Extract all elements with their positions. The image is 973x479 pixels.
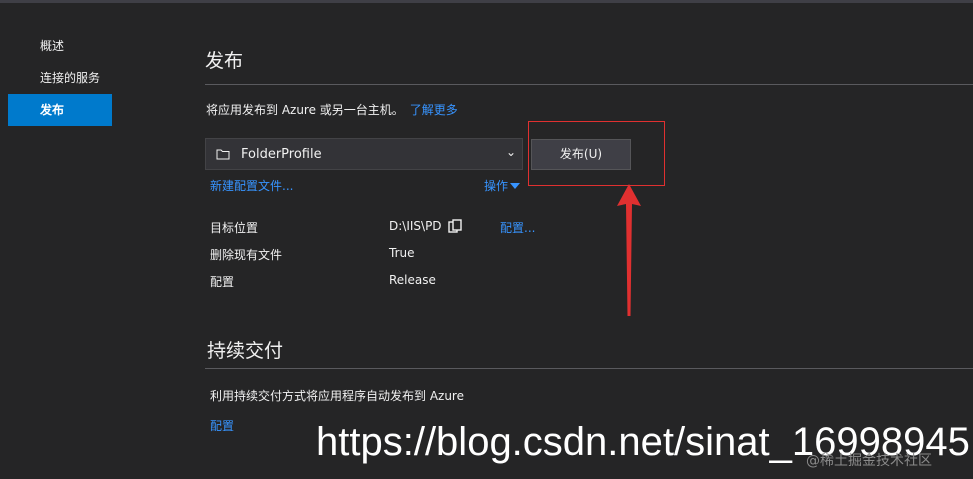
watermark-site: @稀土掘金技术社区 xyxy=(806,453,932,469)
configuration-label: 配置 xyxy=(210,275,235,289)
publish-description-text: 将应用发布到 Azure 或另一台主机。 xyxy=(206,103,404,117)
nav-item-publish[interactable]: 发布 xyxy=(8,94,112,126)
nav-item-label: 概述 xyxy=(40,39,65,53)
nav-item-connected-services[interactable]: 连接的服务 xyxy=(8,62,112,94)
chevron-down-icon: ⌄ xyxy=(505,145,516,159)
publish-heading: 发布 xyxy=(205,50,244,72)
section-divider xyxy=(205,84,973,85)
learn-more-link[interactable]: 了解更多 xyxy=(410,103,458,117)
cd-configure-link[interactable]: 配置 xyxy=(210,417,234,434)
actions-label: 操作 xyxy=(484,179,509,193)
delete-existing-files-label: 删除现有文件 xyxy=(210,248,283,262)
window-top-border xyxy=(0,0,973,3)
configure-link[interactable]: 配置... xyxy=(500,219,535,236)
configuration-value: Release xyxy=(389,273,436,287)
actions-menu-link[interactable]: 操作 xyxy=(484,177,521,194)
profile-value: FolderProfile xyxy=(241,147,322,162)
continuous-delivery-description: 利用持续交付方式将应用程序自动发布到 Azure xyxy=(210,389,464,403)
annotation-highlight-box xyxy=(528,121,665,186)
target-location-label: 目标位置 xyxy=(210,221,259,235)
annotation-arrow-icon xyxy=(617,184,641,316)
new-profile-link[interactable]: 新建配置文件... xyxy=(210,177,293,194)
delete-existing-files-value: True xyxy=(389,246,415,260)
publish-description: 将应用发布到 Azure 或另一台主机。 了解更多 xyxy=(206,101,458,118)
copy-icon[interactable] xyxy=(448,219,462,233)
nav-item-label: 连接的服务 xyxy=(40,71,101,85)
publish-profile-dropdown[interactable]: FolderProfile ⌄ xyxy=(205,138,523,170)
continuous-delivery-heading: 持续交付 xyxy=(207,340,284,362)
target-location-value: D:\IIS\PD xyxy=(389,219,442,233)
folder-icon xyxy=(216,149,230,160)
nav-item-overview[interactable]: 概述 xyxy=(8,30,112,62)
dropdown-triangle-icon xyxy=(510,183,521,189)
section-divider xyxy=(205,368,973,369)
left-nav: 概述 连接的服务 发布 xyxy=(8,30,112,126)
nav-item-label: 发布 xyxy=(40,103,65,117)
